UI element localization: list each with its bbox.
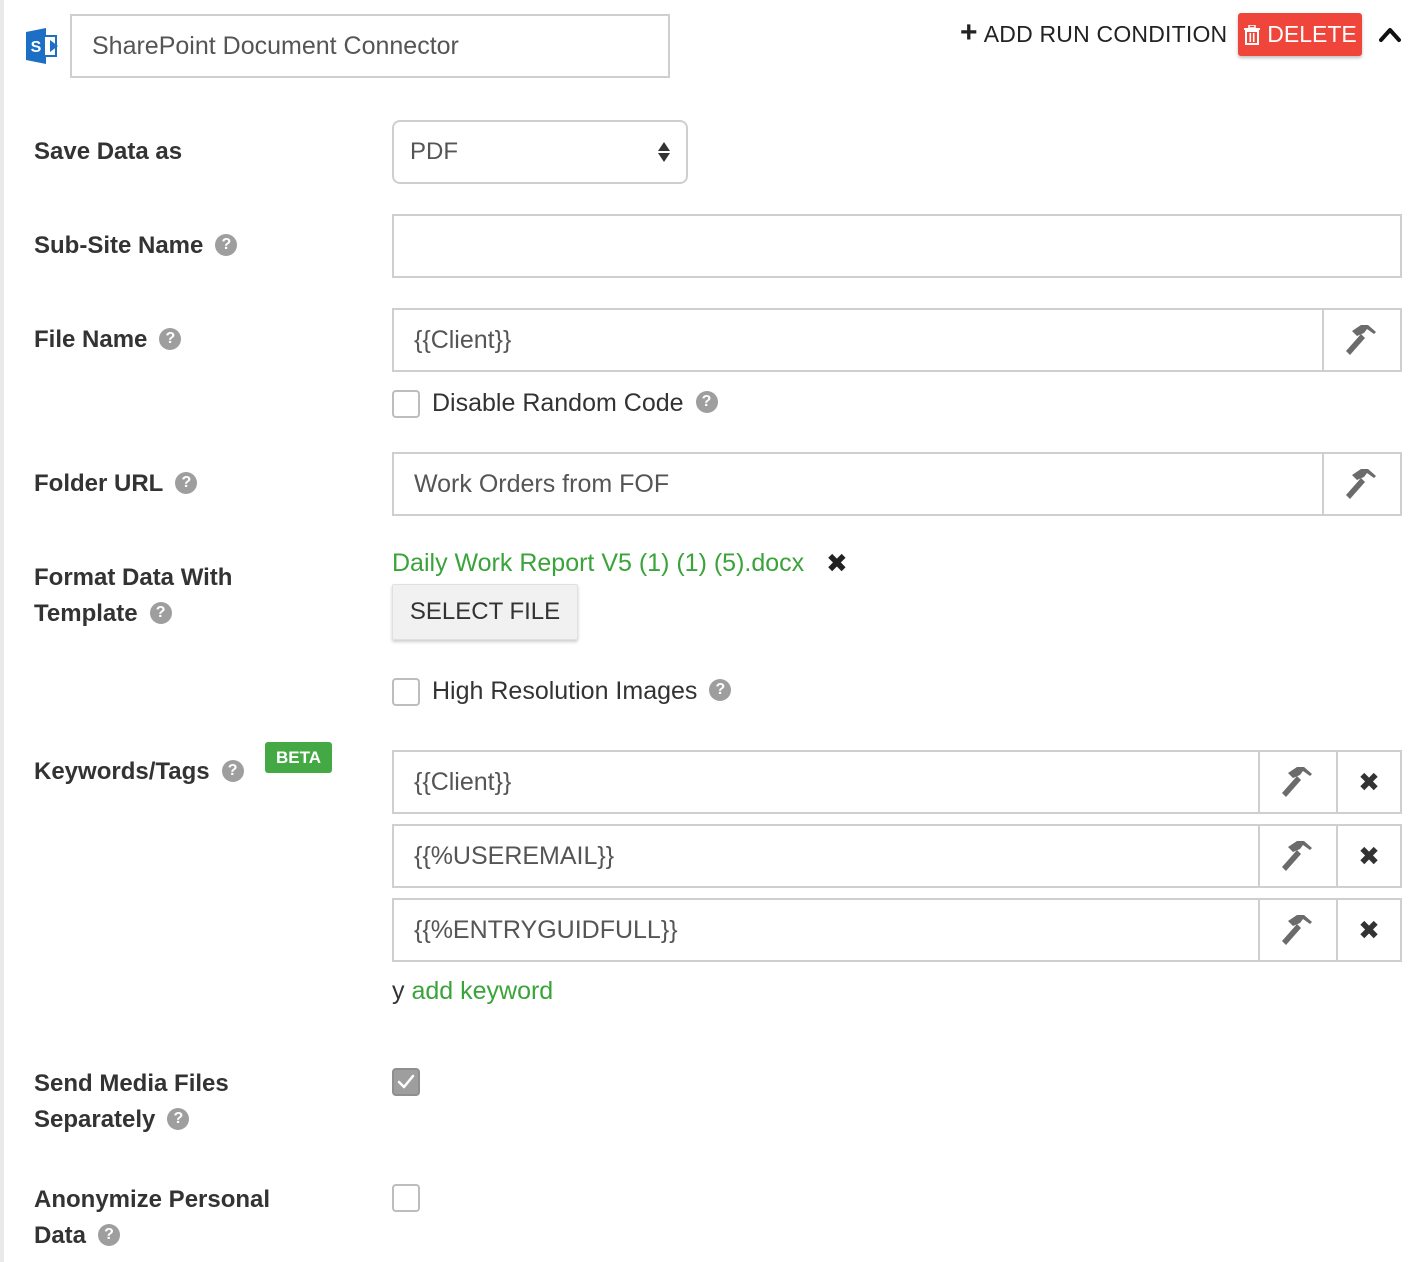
connector-name-input[interactable] xyxy=(70,14,670,78)
save-data-as-value: PDF xyxy=(410,138,458,165)
add-keyword-row: y add keyword xyxy=(392,974,553,1008)
close-icon: ✖ xyxy=(1358,914,1380,945)
save-data-as-select[interactable]: PDF xyxy=(392,120,688,184)
chevron-up-icon[interactable] xyxy=(1378,24,1402,46)
keyword-input[interactable]: {{%USEREMAIL}} xyxy=(392,824,1260,888)
hammer-icon xyxy=(1282,841,1312,871)
hammer-icon xyxy=(1346,469,1376,499)
send-media-checkbox[interactable] xyxy=(392,1068,420,1096)
close-icon: ✖ xyxy=(1358,840,1380,871)
left-border xyxy=(0,0,4,1262)
select-file-button[interactable]: SELECT FILE xyxy=(392,584,578,640)
disable-random-code-checkbox[interactable] xyxy=(392,390,420,418)
help-icon[interactable]: ? xyxy=(175,471,198,494)
hammer-icon xyxy=(1282,767,1312,797)
keywords-label: Keywords/Tags? xyxy=(34,754,244,790)
select-arrows-icon xyxy=(658,142,670,162)
folder-url-builder-button[interactable] xyxy=(1322,452,1402,516)
file-name-builder-button[interactable] xyxy=(1322,308,1402,372)
keyword-builder-button[interactable] xyxy=(1258,898,1338,962)
keyword-input[interactable]: {{%ENTRYGUIDFULL}} xyxy=(392,898,1260,962)
checkmark-icon xyxy=(397,1074,415,1089)
file-name-label: File Name? xyxy=(34,322,182,358)
help-icon[interactable]: ? xyxy=(221,759,244,782)
keyword-builder-button[interactable] xyxy=(1258,750,1338,814)
keyword-input[interactable]: {{Client}} xyxy=(392,750,1260,814)
delete-label: DELETE xyxy=(1267,21,1357,47)
help-icon[interactable]: ? xyxy=(695,391,718,414)
keyword-builder-button[interactable] xyxy=(1258,824,1338,888)
high-res-images-checkbox[interactable] xyxy=(392,678,420,706)
remove-keyword-button[interactable]: ✖ xyxy=(1336,750,1402,814)
trash-icon xyxy=(1244,24,1261,45)
hammer-icon xyxy=(1346,325,1376,355)
disable-random-code-label: Disable Random Code? xyxy=(432,387,718,419)
sharepoint-icon: S xyxy=(26,28,58,64)
sub-site-name-input[interactable] xyxy=(392,214,1402,278)
beta-badge: BETA xyxy=(265,742,332,773)
anonymize-checkbox[interactable] xyxy=(392,1184,420,1212)
help-icon[interactable]: ? xyxy=(149,601,172,624)
help-icon[interactable]: ? xyxy=(215,233,238,256)
remove-keyword-button[interactable]: ✖ xyxy=(1336,898,1402,962)
delete-button[interactable]: DELETE xyxy=(1238,13,1362,56)
help-icon[interactable]: ? xyxy=(159,327,182,350)
help-icon[interactable]: ? xyxy=(167,1107,190,1130)
add-keyword-prefix: y xyxy=(392,977,405,1005)
close-icon: ✖ xyxy=(1358,766,1380,797)
hammer-icon xyxy=(1282,915,1312,945)
folder-url-label: Folder URL? xyxy=(34,466,198,502)
high-res-images-label: High Resolution Images? xyxy=(432,675,732,707)
add-keyword-link[interactable]: add keyword xyxy=(411,977,553,1005)
svg-text:S: S xyxy=(31,39,42,56)
send-media-label: Send Media Files Separately? xyxy=(34,1070,229,1133)
sub-site-name-label: Sub-Site Name? xyxy=(34,228,238,264)
add-run-condition-button[interactable]: + ADD RUN CONDITION xyxy=(960,14,1227,54)
format-template-label: Format Data With Template? xyxy=(34,564,233,627)
file-name-input[interactable]: {{Client}} xyxy=(392,308,1324,372)
anonymize-label: Anonymize Personal Data? xyxy=(34,1186,271,1249)
help-icon[interactable]: ? xyxy=(98,1223,121,1246)
remove-keyword-button[interactable]: ✖ xyxy=(1336,824,1402,888)
add-run-condition-label: ADD RUN CONDITION xyxy=(983,20,1228,47)
save-data-as-label: Save Data as xyxy=(34,138,183,165)
folder-url-input[interactable]: Work Orders from FOF xyxy=(392,452,1324,516)
help-icon[interactable]: ? xyxy=(709,679,732,702)
plus-icon: + xyxy=(960,15,978,49)
remove-template-icon[interactable]: ✖ xyxy=(826,546,848,580)
template-file-link[interactable]: Daily Work Report V5 (1) (1) (5).docx xyxy=(392,546,804,580)
